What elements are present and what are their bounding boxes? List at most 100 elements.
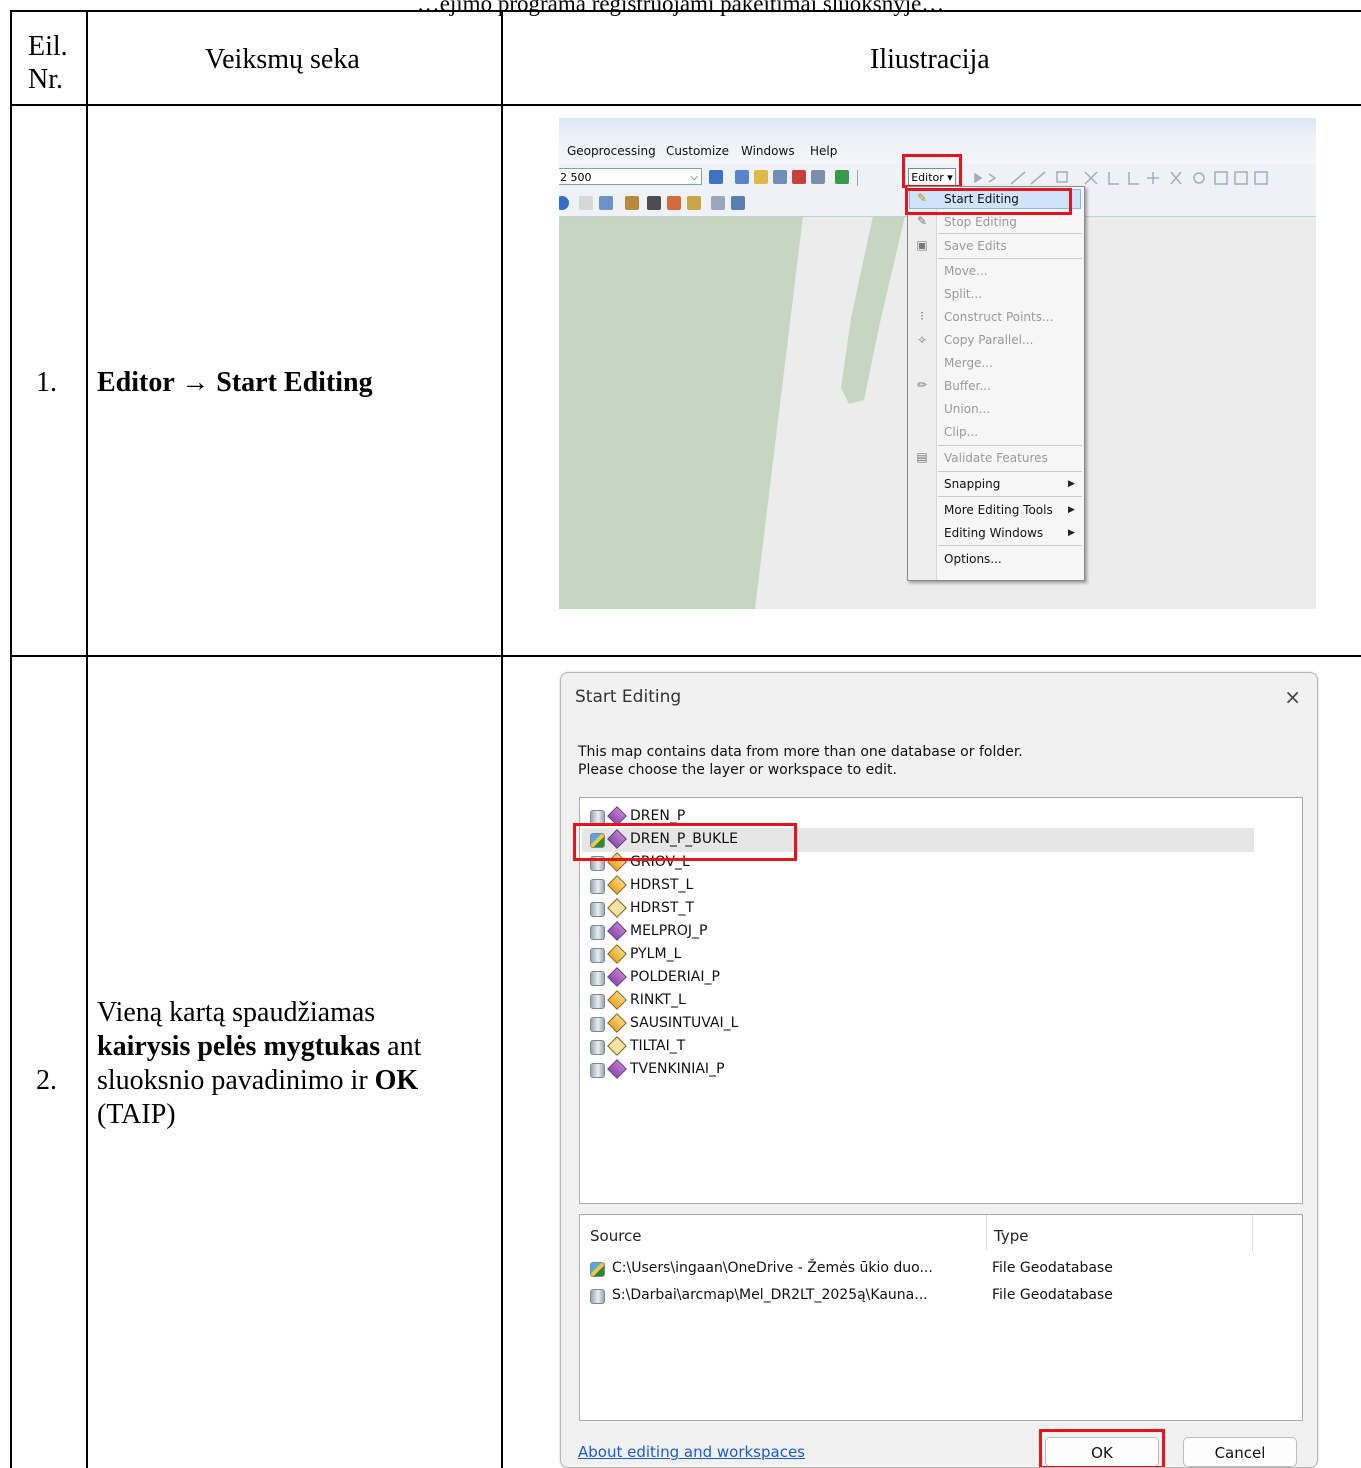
map-scale-combobox[interactable]: 2 500 ⌵ (559, 168, 702, 185)
row2-step-line2: kairysis pelės mygtukas ant (97, 1030, 421, 1063)
measure-icon[interactable] (625, 196, 639, 210)
table-col-divider-2 (501, 10, 503, 1468)
layer-name: MELPROJ_P (630, 923, 708, 939)
database-icon (590, 879, 605, 894)
row2-step-line1: Vieną kartą spaudžiamas (97, 997, 376, 1028)
table-col-divider-1 (86, 10, 88, 1468)
submenu-arrow-icon: ▶ (1068, 505, 1075, 515)
search-window-icon[interactable] (773, 170, 787, 184)
menu-options[interactable]: Options... (944, 550, 1002, 568)
submenu-arrow-icon: ▶ (1068, 479, 1075, 489)
map-scale-value: 2 500 (560, 171, 592, 184)
menu-separator (938, 496, 1082, 497)
layer-name: TVENKINIAI_P (630, 1061, 725, 1077)
database-icon (590, 994, 605, 1009)
menu-customize[interactable]: Customize (666, 144, 729, 158)
hyperlink-icon[interactable] (579, 196, 593, 210)
line-layer-icon (607, 875, 627, 895)
column-separator[interactable] (986, 1215, 987, 1251)
line-layer-icon (607, 1013, 627, 1033)
menu-more-editing-tools[interactable]: More Editing Tools (944, 501, 1053, 519)
layer-name: TILTAI_T (630, 1038, 686, 1054)
source-path: C:\Users\ingaan\OneDrive - Žemės ūkio du… (612, 1260, 933, 1276)
database-icon (590, 1017, 605, 1032)
editor-button-highlight (902, 154, 962, 188)
header-steps: Veiksmų seka (205, 44, 360, 75)
menu-snapping[interactable]: Snapping (944, 475, 1000, 493)
menu-separator (938, 471, 1082, 472)
source-column-header[interactable]: Source (590, 1227, 642, 1245)
menu-help[interactable]: Help (810, 144, 837, 158)
menu-buffer[interactable]: Buffer... (944, 377, 991, 395)
menu-validate-features[interactable]: Validate Features (944, 449, 1048, 467)
point-layer-icon (607, 898, 627, 918)
layer-name: HDRST_L (630, 877, 694, 893)
menu-editing-windows[interactable]: Editing Windows (944, 524, 1043, 542)
menu-copy-parallel[interactable]: Copy Parallel... (944, 331, 1033, 349)
layer-name: SAUSINTUVAI_L (630, 1015, 739, 1031)
editor-dropdown-menu: ✎ Start Editing ✎ Stop Editing ▣ Save Ed… (907, 186, 1085, 581)
row2-step-line4: (TAIP) (97, 1099, 176, 1130)
menu-split[interactable]: Split... (944, 285, 982, 303)
save-icon: ▣ (916, 238, 928, 252)
find-icon[interactable] (647, 196, 661, 210)
layer-name: DREN_P (630, 808, 686, 824)
layer-name: PYLM_L (630, 946, 682, 962)
table-header-divider (10, 104, 1361, 106)
type-column-header[interactable]: Type (994, 1227, 1028, 1245)
column-separator[interactable] (1252, 1215, 1253, 1251)
menu-windows[interactable]: Windows (741, 144, 795, 158)
database-icon (590, 971, 605, 986)
database-icon (590, 925, 605, 940)
row1-number: 1. (36, 367, 57, 398)
selected-layer-highlight (573, 823, 797, 861)
chevron-down-icon: ⌵ (690, 172, 698, 183)
line-layer-icon (607, 944, 627, 964)
menu-union[interactable]: Union... (944, 400, 990, 418)
row1-step: Editor → Start Editing (97, 367, 373, 398)
row2-step-bold-action: kairysis pelės mygtukas (97, 1031, 381, 1062)
source-list[interactable]: Source Type C:\Users\ingaan\OneDrive - Ž… (579, 1214, 1303, 1421)
toolbar-separator (857, 170, 858, 186)
catalog-icon[interactable] (754, 170, 768, 184)
header-illustration: Iliustracija (870, 44, 990, 75)
row2-number: 2. (36, 1065, 57, 1096)
editor-menu-screenshot: Geoprocessing Customize Windows Help 2 5… (559, 118, 1316, 609)
cancel-button[interactable]: Cancel (1183, 1437, 1297, 1467)
editor-toolbar-icons (974, 171, 1268, 185)
submenu-arrow-icon: ▶ (1068, 528, 1075, 538)
menu-save-edits[interactable]: Save Edits (944, 237, 1007, 255)
close-icon[interactable]: × (1284, 685, 1301, 709)
arctoolbox-icon[interactable] (792, 170, 806, 184)
html-popup-icon[interactable] (599, 196, 613, 210)
python-window-icon[interactable] (811, 170, 825, 184)
header-nr-line1: Eil. (28, 31, 68, 62)
pencil-icon: ✎ (916, 214, 928, 228)
find-route-icon[interactable] (667, 196, 681, 210)
buffer-icon: ✏ (916, 378, 928, 392)
time-slider-icon[interactable] (711, 196, 725, 210)
table-icon[interactable] (735, 170, 749, 184)
menu-construct-points[interactable]: Construct Points... (944, 308, 1053, 326)
start-editing-highlight (905, 188, 1072, 215)
polygon-layer-icon (607, 921, 627, 941)
dialog-title: Start Editing (575, 687, 682, 707)
menu-stop-editing[interactable]: Stop Editing (944, 213, 1017, 231)
polygon-layer-icon (607, 967, 627, 987)
model-builder-icon[interactable] (835, 170, 849, 184)
menu-geoprocessing[interactable]: Geoprocessing (567, 144, 656, 158)
row2-step-line3: sluoksnio pavadinimo ir OK (97, 1064, 418, 1097)
go-to-xy-icon[interactable] (687, 196, 701, 210)
select-elements-icon[interactable] (709, 170, 723, 184)
create-viewer-icon[interactable] (731, 196, 745, 210)
menu-merge[interactable]: Merge... (944, 354, 993, 372)
menu-move[interactable]: Move... (944, 262, 988, 280)
menu-clip[interactable]: Clip... (944, 423, 978, 441)
layer-name: RINKT_L (630, 992, 686, 1008)
about-editing-link[interactable]: About editing and workspaces (578, 1443, 805, 1461)
source-type: File Geodatabase (992, 1260, 1113, 1276)
point-layer-icon (607, 1036, 627, 1056)
line-layer-icon (607, 990, 627, 1010)
table-border-top (10, 10, 1361, 12)
points-icon: ⁝ (920, 309, 924, 323)
